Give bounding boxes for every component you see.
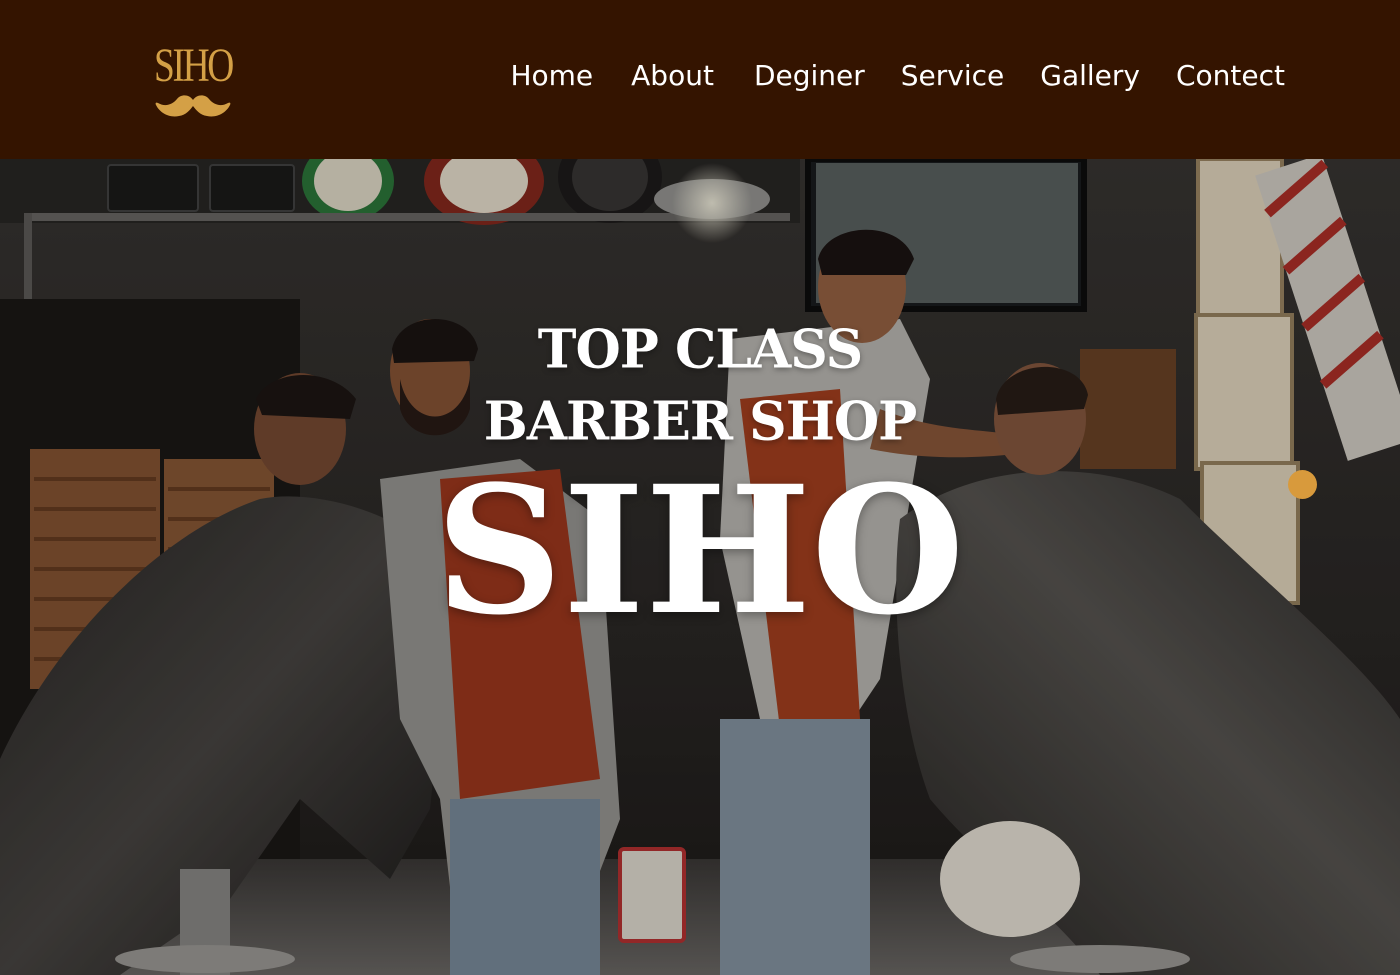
- nav-item-designer[interactable]: Deginer: [754, 58, 865, 94]
- nav-item-service[interactable]: Service: [901, 58, 1004, 94]
- logo-wordmark: SIHO: [154, 39, 234, 92]
- hero-title: SIHO: [435, 447, 965, 654]
- nav-item-gallery[interactable]: Gallery: [1040, 58, 1140, 94]
- nav-item-contact[interactable]: Contect: [1176, 58, 1285, 94]
- hero-banner: TOP CLASS BARBER SHOP SIHO: [0, 159, 1400, 975]
- hero-subtitle-line1: TOP CLASS: [537, 318, 863, 381]
- mustache-icon: [155, 95, 231, 117]
- site-logo[interactable]: SIHO: [150, 42, 236, 128]
- page: SIHO Home About Deginer Service Gallery …: [0, 0, 1400, 975]
- nav-item-about[interactable]: About: [631, 58, 714, 94]
- slider-dot[interactable]: [1288, 470, 1317, 499]
- site-header: SIHO Home About Deginer Service Gallery …: [0, 0, 1400, 159]
- nav-item-home[interactable]: Home: [510, 58, 593, 94]
- main-nav: Home About Deginer Service Gallery Conte…: [510, 58, 1285, 94]
- hero-subtitle-line2: BARBER SHOP: [483, 390, 918, 453]
